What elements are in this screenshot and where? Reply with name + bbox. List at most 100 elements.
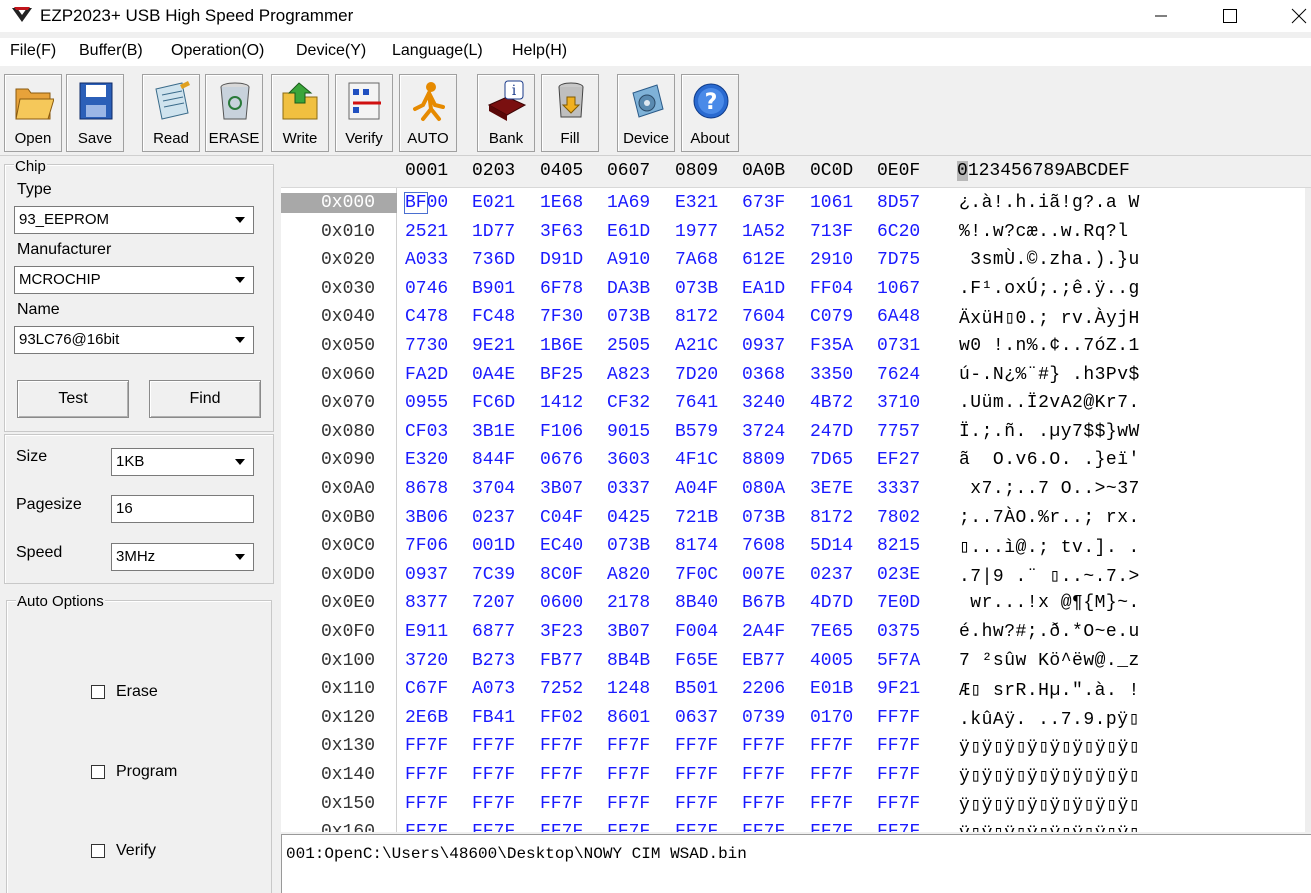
hex-word[interactable]: E01B [810,679,853,699]
hex-word[interactable]: FF7F [472,736,515,756]
hex-word[interactable]: 7D65 [810,450,853,470]
hex-word[interactable]: 8377 [405,593,448,613]
hex-word[interactable]: 7E65 [810,622,853,642]
hex-word[interactable]: 7604 [742,307,785,327]
hex-word[interactable]: 8172 [675,307,718,327]
hex-word[interactable]: 6F78 [540,279,583,299]
hex-word[interactable]: 073B [607,307,650,327]
hex-word[interactable]: 8172 [810,508,853,528]
hex-word[interactable]: A04F [675,479,718,499]
hex-word[interactable]: 9015 [607,422,650,442]
hex-word[interactable]: FF7F [742,822,785,832]
hex-word[interactable]: FC6D [472,393,515,413]
hex-word[interactable]: C478 [405,307,448,327]
hex-word[interactable]: B579 [675,422,718,442]
device-button[interactable]: Device [617,74,675,152]
hex-word[interactable]: 0237 [810,565,853,585]
hex-word[interactable]: A033 [405,250,448,270]
hex-word[interactable]: 673F [742,193,785,213]
hex-word[interactable]: CF03 [405,422,448,442]
ascii-text[interactable]: ▯...ì@.; tv.]. . [959,536,1140,558]
hex-word[interactable]: 0955 [405,393,448,413]
hex-word[interactable]: 1061 [810,193,853,213]
hex-word[interactable]: BF25 [540,365,583,385]
hex-word[interactable]: CF32 [607,393,650,413]
hex-row[interactable]: 0x080 CF03 3B1E F106 9015 B579 3724 247D 7757 Ï.;… [281,422,1305,450]
ascii-text[interactable]: ;..7ÀO.%r..; rx. [959,508,1140,528]
hex-word[interactable]: 3E7E [810,479,853,499]
write-button[interactable]: Write [271,74,329,152]
hex-word[interactable]: EB77 [742,651,785,671]
hex-word[interactable]: 1D77 [472,222,515,242]
test-button[interactable]: Test [17,380,129,418]
hex-word[interactable]: 1A69 [607,193,650,213]
hex-word[interactable]: 0337 [607,479,650,499]
hex-word[interactable]: 0600 [540,593,583,613]
hex-word[interactable]: 1412 [540,393,583,413]
hex-row[interactable]: 0x150 FF7F FF7F FF7F FF7F FF7F FF7F FF7F FF7F ÿ▯ÿ… [281,794,1305,822]
ascii-text[interactable]: x7.;..7 O..>~37 [959,479,1140,499]
hex-row[interactable]: 0x0E0 8377 7207 0600 2178 8B40 B67B 4D7D 7E0D wr… [281,593,1305,621]
hex-word[interactable]: FF7F [742,765,785,785]
menu-device[interactable]: Device(Y) [296,42,366,60]
hex-word[interactable]: FB41 [472,708,515,728]
hex-word[interactable]: 7608 [742,536,785,556]
hex-word[interactable]: 001D [472,536,515,556]
hex-word[interactable]: FF7F [742,736,785,756]
ascii-text[interactable]: %!.w?cæ..w.Rq?l [959,222,1140,242]
hex-word[interactable]: 0937 [742,336,785,356]
hex-word[interactable]: 7624 [877,365,920,385]
menu-buffer[interactable]: Buffer(B) [79,42,143,60]
erase-button[interactable]: ERASE [205,74,263,152]
hex-row[interactable]: 0x100 3720 B273 FB77 8B4B F65E EB77 4005 5F7A 7 ²… [281,651,1305,679]
hex-word[interactable]: FF7F [810,765,853,785]
hex-word[interactable]: 1E68 [540,193,583,213]
hex-word[interactable]: FF7F [742,794,785,814]
hex-word[interactable]: 7D75 [877,250,920,270]
hex-word[interactable]: FF7F [405,794,448,814]
hex-word[interactable]: F106 [540,422,583,442]
hex-word[interactable]: 7641 [675,393,718,413]
hex-word[interactable]: 4B72 [810,393,853,413]
hex-word[interactable]: 0237 [472,508,515,528]
hex-word[interactable]: 3337 [877,479,920,499]
hex-word[interactable]: 2E6B [405,708,448,728]
hex-word[interactable]: 7A68 [675,250,718,270]
hex-word[interactable]: 9E21 [472,336,515,356]
find-button[interactable]: Find [149,380,261,418]
hex-word[interactable]: 7802 [877,508,920,528]
hex-word[interactable]: 0425 [607,508,650,528]
name-select[interactable]: 93LC76@16bit [14,326,254,354]
hex-word[interactable]: 0676 [540,450,583,470]
hex-word[interactable]: 8C0F [540,565,583,585]
ascii-text[interactable]: ÄxüH▯0.; rv.ÀyjH [959,307,1140,329]
hex-word[interactable]: FF7F [675,736,718,756]
hex-word[interactable]: 8B4B [607,651,650,671]
hex-word[interactable]: 0170 [810,708,853,728]
menu-file[interactable]: File(F) [10,42,56,60]
program-checkbox[interactable] [91,765,105,779]
hex-row[interactable]: 0x030 0746 B901 6F78 DA3B 073B EA1D FF04 1067 .F¹… [281,279,1305,307]
hex-row[interactable]: 0x160 FF7F FF7F FF7F FF7F FF7F FF7F FF7F FF7F ÿ▯ÿ… [281,822,1305,832]
hex-word[interactable]: 713F [810,222,853,242]
hex-word[interactable]: FF7F [607,736,650,756]
hex-editor[interactable]: 0001 0203 0405 0607 0809 0A0B 0C0D 0E0F … [281,156,1311,832]
hex-word[interactable]: 2206 [742,679,785,699]
ascii-text[interactable]: Æ▯ srR.Hµ.".à. ! [959,679,1140,701]
hex-word[interactable]: 0637 [675,708,718,728]
ascii-text[interactable]: Ï.;.ñ. .µy7$$}wW [959,422,1140,442]
hex-word[interactable]: 3724 [742,422,785,442]
bank-button[interactable]: i Bank [477,74,535,152]
close-button[interactable] [1276,0,1311,32]
hex-word[interactable]: D91D [540,250,583,270]
hex-word[interactable]: FF04 [810,279,853,299]
hex-word[interactable]: 0368 [742,365,785,385]
ascii-text[interactable]: é.hw?#;.ð.*O~e.u [959,622,1140,642]
hex-word[interactable]: 6877 [472,622,515,642]
hex-word[interactable]: 1977 [675,222,718,242]
hex-word[interactable]: 721B [675,508,718,528]
hex-word[interactable]: FF7F [675,765,718,785]
hex-word[interactable]: 0746 [405,279,448,299]
hex-row[interactable]: 0x0A0 8678 3704 3B07 0337 A04F 080A 3E7E 3337 x7… [281,479,1305,507]
hex-word[interactable]: 844F [472,450,515,470]
